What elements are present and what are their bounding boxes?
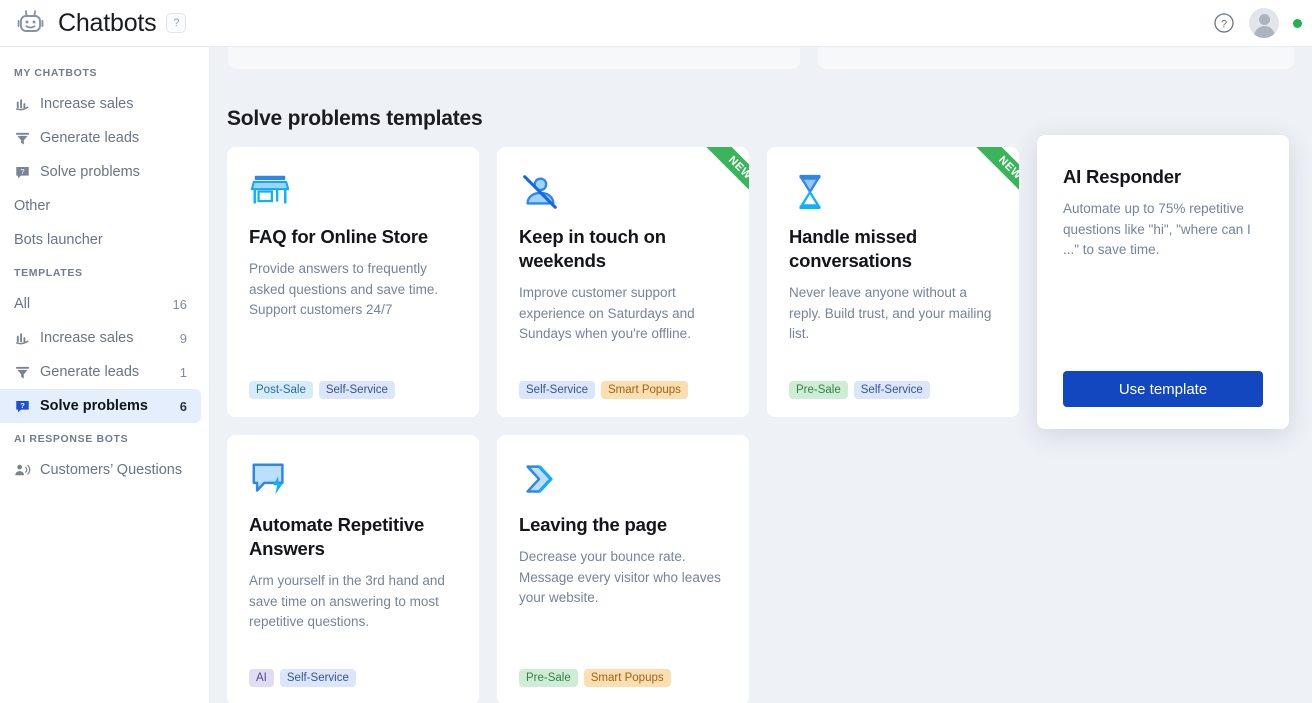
template-card[interactable]: Leaving the page Decrease your bounce rat…: [497, 435, 749, 703]
tag-badge[interactable]: Self-Service: [519, 381, 595, 399]
new-ribbon: NEW: [687, 147, 749, 209]
tag-badge[interactable]: Self-Service: [854, 381, 930, 399]
sidebar-section-header: AI RESPONSE BOTS: [0, 423, 209, 453]
tag-badge[interactable]: AI: [249, 669, 274, 687]
sidebar-item-count: 9: [180, 331, 187, 346]
template-card-tags: Pre-Sale Self-Service: [789, 381, 997, 399]
chat-bolt-icon: [249, 459, 457, 503]
template-card-title: AI Responder: [1063, 165, 1263, 189]
template-card[interactable]: FAQ for Online Store Provide answers to f…: [227, 147, 479, 417]
robot-icon: [14, 6, 48, 40]
brand: Chatbots ?: [0, 6, 186, 40]
sidebar-item-increase-sales[interactable]: Increase sales9: [0, 321, 201, 355]
sidebar-item-count: 16: [173, 297, 187, 312]
svg-text:?: ?: [1221, 18, 1227, 30]
question-chat-icon: ?: [14, 398, 31, 415]
template-card-title: Automate Repetitive Answers: [249, 513, 457, 561]
question-circle-icon[interactable]: ?: [1213, 12, 1235, 34]
template-card-title: Handle missed conversations: [789, 225, 997, 273]
main-content: Solve problems templates FAQ for Online …: [210, 47, 1312, 703]
top-bar: Chatbots ? ?: [0, 0, 1312, 47]
tag-badge[interactable]: Self-Service: [280, 669, 356, 687]
template-card-description: Decrease your bounce rate. Message every…: [519, 547, 727, 655]
tag-badge[interactable]: Post-Sale: [249, 381, 313, 399]
new-ribbon-label: NEW: [701, 147, 749, 207]
funnel-icon: [14, 364, 31, 381]
increase-sales-icon: [14, 96, 31, 113]
sidebar-item-label: Solve problems: [40, 398, 180, 414]
tag-badge[interactable]: Pre-Sale: [789, 381, 848, 399]
tag-badge[interactable]: Smart Popups: [584, 669, 671, 687]
template-card[interactable]: NEW Keep in touch on weekends Improve cus…: [497, 147, 749, 417]
sidebar-item-count: 6: [180, 399, 187, 414]
template-card-grid: FAQ for Online Store Provide answers to f…: [227, 147, 1297, 703]
help-badge[interactable]: ?: [166, 13, 186, 33]
template-card-tags: Post-Sale Self-Service: [249, 381, 457, 399]
sidebar-item-label: Other: [14, 198, 187, 214]
avatar[interactable]: [1249, 8, 1279, 38]
sidebar-section-header: MY CHATBOTS: [0, 57, 209, 87]
sidebar-item-label: Solve problems: [40, 164, 187, 180]
funnel-icon: [14, 130, 31, 147]
sidebar-item-label: Increase sales: [40, 330, 180, 346]
use-template-button[interactable]: Use template: [1063, 371, 1263, 407]
template-card-tags: Self-Service Smart Popups: [519, 381, 727, 399]
template-card-description: Provide answers to frequently asked ques…: [249, 259, 457, 367]
sidebar-item-customers-questions[interactable]: Customers’ Questions: [0, 453, 201, 487]
template-card-description: Improve customer support experience on S…: [519, 283, 727, 367]
sidebar-item-generate-leads[interactable]: Generate leads1: [0, 355, 201, 389]
sidebar-item-other[interactable]: Other: [0, 189, 201, 223]
online-status-dot: [1293, 19, 1302, 28]
svg-text:?: ?: [20, 166, 24, 175]
ghost-card: [818, 47, 1294, 69]
sidebar-section-header: TEMPLATES: [0, 257, 209, 287]
sidebar-item-generate-leads[interactable]: Generate leads: [0, 121, 201, 155]
sidebar-item-label: Bots launcher: [14, 232, 187, 248]
tag-badge[interactable]: Pre-Sale: [519, 669, 578, 687]
template-card-tags: Pre-Sale Smart Popups: [519, 669, 727, 687]
sidebar-item-solve-problems[interactable]: ? Solve problems6: [0, 389, 201, 423]
template-card[interactable]: NEW Handle missed conversations Never lea…: [767, 147, 1019, 417]
sidebar-item-label: Generate leads: [40, 364, 180, 380]
topbar-actions: ?: [1213, 8, 1312, 38]
sidebar-item-label: Generate leads: [40, 130, 187, 146]
sidebar-item-label: All: [14, 296, 173, 312]
template-card-title: FAQ for Online Store: [249, 225, 457, 249]
template-card-description: Automate up to 75% repetitive questions …: [1063, 199, 1263, 361]
svg-text:?: ?: [20, 400, 25, 409]
template-card-tags: AI Self-Service: [249, 669, 457, 687]
speaking-person-icon: [14, 462, 31, 479]
sidebar-item-increase-sales[interactable]: Increase sales: [0, 87, 201, 121]
question-chat-icon: ?: [14, 164, 31, 181]
sidebar-item-count: 1: [180, 365, 187, 380]
sidebar: MY CHATBOTS Increase sales Generate lead…: [0, 47, 210, 703]
previous-section-cards-cutoff: [228, 47, 1294, 69]
template-card-description: Arm yourself in the 3rd hand and save ti…: [249, 571, 457, 655]
new-ribbon-label: NEW: [971, 147, 1019, 207]
tag-badge[interactable]: Self-Service: [319, 381, 395, 399]
new-ribbon: NEW: [957, 147, 1019, 209]
page-title: Chatbots: [58, 9, 156, 38]
section-title: Solve problems templates: [227, 107, 482, 131]
increase-sales-icon: [14, 330, 31, 347]
ghost-card: [228, 47, 800, 69]
template-card-description: Never leave anyone without a reply. Buil…: [789, 283, 997, 367]
template-card[interactable]: Automate Repetitive Answers Arm yourself …: [227, 435, 479, 703]
tag-badge[interactable]: Smart Popups: [601, 381, 688, 399]
sidebar-item-solve-problems[interactable]: ? Solve problems: [0, 155, 201, 189]
template-card[interactable]: AI Responder Automate up to 75% repetitiv…: [1037, 135, 1289, 429]
sidebar-item-all[interactable]: All16: [0, 287, 201, 321]
storefront-icon: [249, 171, 457, 215]
template-card-title: Leaving the page: [519, 513, 727, 537]
sidebar-item-label: Customers’ Questions: [40, 462, 187, 478]
sidebar-item-bots-launcher[interactable]: Bots launcher: [0, 223, 201, 257]
chevron-exit-icon: [519, 459, 727, 503]
sidebar-item-label: Increase sales: [40, 96, 187, 112]
template-card-title: Keep in touch on weekends: [519, 225, 727, 273]
